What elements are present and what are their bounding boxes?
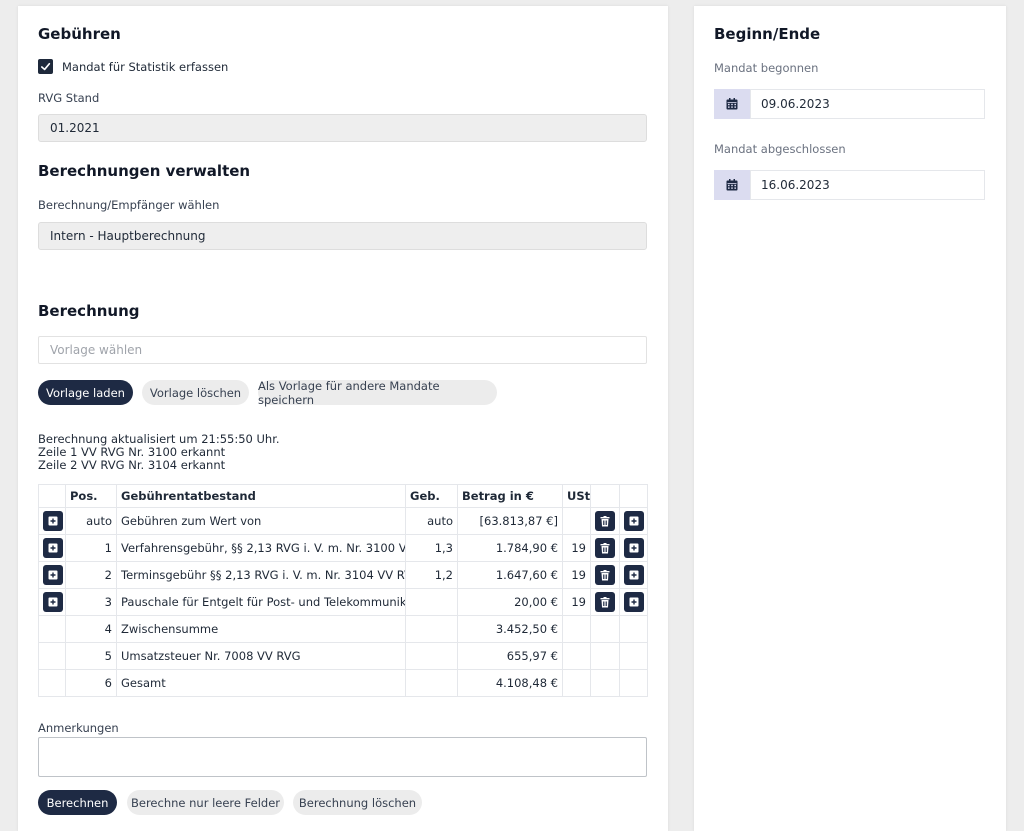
save-template-button[interactable]: Als Vorlage für andere Mandate speichern [258,379,497,407]
header-pos: Pos. [65,484,117,508]
insert-row-button[interactable] [624,592,644,612]
geb-cell[interactable]: auto [405,507,458,535]
desc-cell[interactable]: Verfahrensgebühr, §§ 2,13 RVG i. V. m. N… [116,534,406,562]
closed-date-input[interactable]: 16.06.2023 [750,170,985,200]
desc-cell: Gesamt [116,669,406,697]
desc-cell[interactable]: Terminsgebühr §§ 2,13 RVG i. V. m. Nr. 3… [116,561,406,589]
manage-title: Berechnungen verwalten [38,162,251,180]
pos-cell[interactable]: 1 [65,534,117,562]
plus-square-icon [48,570,58,580]
notes-textarea[interactable] [38,737,647,777]
ust-cell[interactable] [562,507,591,535]
rvg-label: RVG Stand [38,91,100,105]
ust-cell[interactable]: 19 [562,588,591,616]
desc-cell: Zwischensumme [116,615,406,643]
calc-title: Berechnung [38,302,140,320]
insert-row-button[interactable] [624,538,644,558]
calculate-empty-button[interactable]: Berechne nur leere Felder [127,790,284,815]
check-icon [41,62,51,71]
trash-icon [600,569,610,580]
notes-label: Anmerkungen [38,721,119,735]
plus-square-icon [629,516,639,526]
recipient-label: Berechnung/Empfänger wählen [38,198,220,212]
insert-row-button[interactable] [624,511,644,531]
calendar-icon [726,179,738,191]
delete-template-button[interactable]: Vorlage löschen [142,380,249,405]
summary-row: 6 Gesamt 4.108,48 € [38,669,648,697]
stats-checkbox-label[interactable]: Mandat für Statistik erfassen [62,60,228,74]
started-date-input[interactable]: 09.06.2023 [750,89,985,119]
delete-row-button[interactable] [595,592,615,612]
pos-cell: 5 [65,642,117,670]
ust-cell[interactable]: 19 [562,561,591,589]
closed-label: Mandat abgeschlossen [714,142,846,156]
add-row-button[interactable] [43,511,63,531]
geb-cell[interactable]: 1,3 [405,534,458,562]
plus-square-icon [48,543,58,553]
pos-cell[interactable]: 2 [65,561,117,589]
pos-cell[interactable]: auto [65,507,117,535]
summary-row: 4 Zwischensumme 3.452,50 € [38,615,648,643]
pos-cell: 6 [65,669,117,697]
amount-cell: 655,97 € [457,642,563,670]
plus-square-icon [629,543,639,553]
add-row-button[interactable] [43,565,63,585]
table-row: auto Gebühren zum Wert von auto [63.813,… [38,507,648,535]
fees-title: Gebühren [38,25,121,43]
delete-row-button[interactable] [595,538,615,558]
table-header: Pos. Gebührentatbestand Geb. Betrag in €… [38,484,648,508]
delete-row-button[interactable] [595,511,615,531]
trash-icon [600,542,610,553]
add-row-button[interactable] [43,592,63,612]
dates-card: Beginn/Ende Mandat begonnen 09.06.2023 M… [694,6,1006,831]
calculate-button[interactable]: Berechnen [38,790,117,815]
desc-cell[interactable]: Pauschale für Entgelt für Post- und Tele… [116,588,406,616]
amount-cell[interactable]: 1.784,90 € [457,534,563,562]
plus-square-icon [629,597,639,607]
table-row: 3 Pauschale für Entgelt für Post- und Te… [38,588,648,616]
closed-calendar-button[interactable] [714,170,750,200]
table-row: 2 Terminsgebühr §§ 2,13 RVG i. V. m. Nr.… [38,561,648,589]
plus-square-icon [48,597,58,607]
calculation-table: Pos. Gebührentatbestand Geb. Betrag in €… [38,484,648,697]
recipient-select[interactable]: Intern - Hauptberechnung [38,222,647,250]
ust-cell[interactable]: 19 [562,534,591,562]
desc-cell: Umsatzsteuer Nr. 7008 VV RVG [116,642,406,670]
trash-icon [600,596,610,607]
fees-card: Gebühren Mandat für Statistik erfassen R… [18,6,668,831]
header-geb: Geb. [405,484,458,508]
calendar-icon [726,98,738,110]
amount-cell[interactable]: 1.647,60 € [457,561,563,589]
amount-cell[interactable]: [63.813,87 €] [457,507,563,535]
pos-cell: 4 [65,615,117,643]
plus-square-icon [629,570,639,580]
amount-cell: 3.452,50 € [457,615,563,643]
header-ust: USt. [562,484,591,508]
delete-row-button[interactable] [595,565,615,585]
geb-cell[interactable] [405,588,458,616]
started-calendar-button[interactable] [714,89,750,119]
load-template-button[interactable]: Vorlage laden [38,380,133,405]
rvg-field: 01.2021 [38,114,647,142]
amount-cell[interactable]: 20,00 € [457,588,563,616]
stats-checkbox[interactable] [38,59,53,74]
started-label: Mandat begonnen [714,61,819,75]
table-row: 1 Verfahrensgebühr, §§ 2,13 RVG i. V. m.… [38,534,648,562]
header-desc: Gebührentatbestand [116,484,406,508]
add-row-button[interactable] [43,538,63,558]
dates-title: Beginn/Ende [714,25,821,43]
plus-square-icon [48,516,58,526]
header-amount: Betrag in € [457,484,563,508]
status-line-2: Zeile 2 VV RVG Nr. 3104 erkannt [38,458,226,472]
pos-cell[interactable]: 3 [65,588,117,616]
template-select[interactable] [38,336,647,364]
trash-icon [600,515,610,526]
summary-row: 5 Umsatzsteuer Nr. 7008 VV RVG 655,97 € [38,642,648,670]
insert-row-button[interactable] [624,565,644,585]
amount-cell: 4.108,48 € [457,669,563,697]
geb-cell[interactable]: 1,2 [405,561,458,589]
desc-cell[interactable]: Gebühren zum Wert von [116,507,406,535]
delete-calculation-button[interactable]: Berechnung löschen [293,790,422,815]
